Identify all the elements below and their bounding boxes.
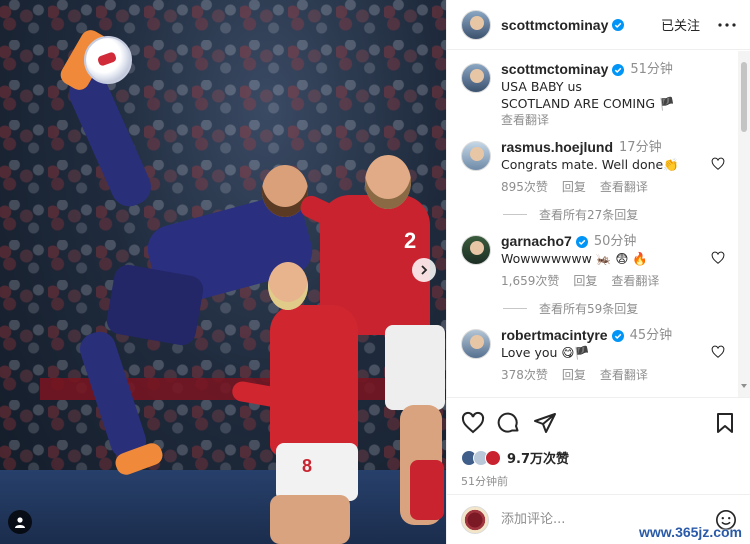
caption: scottmctominay 51分钟 USA BABY us SCOTLAND…: [461, 61, 725, 129]
comment: rasmus.hoejlund 17分钟 Congrats mate. Well…: [461, 139, 725, 196]
watermark: www.365jz.com: [639, 524, 742, 540]
comment-username[interactable]: garnacho7: [501, 233, 572, 250]
jersey-number: 8: [302, 456, 313, 476]
liker-avatar: [485, 449, 501, 466]
more-horizontal-icon: [718, 22, 736, 27]
user-tag-button[interactable]: [8, 510, 32, 534]
user-tag-icon: [15, 517, 25, 528]
comment: garnacho7 50分钟 Wowwwwwww 🦗 😨 🔥 1,659次赞 回…: [461, 233, 725, 290]
verified-badge-icon: [611, 329, 624, 342]
view-replies-label: 查看所有27条回复: [539, 208, 639, 222]
divider: [503, 214, 527, 215]
see-translation-link[interactable]: 查看翻译: [600, 367, 648, 384]
see-translation-link[interactable]: 查看翻译: [600, 179, 648, 196]
defender-shorts: [385, 325, 445, 410]
heart-icon[interactable]: [711, 345, 725, 359]
comment-username[interactable]: rasmus.hoejlund: [501, 139, 613, 156]
paper-plane-icon[interactable]: [533, 411, 557, 435]
comments-list[interactable]: scottmctominay 51分钟 USA BABY us SCOTLAND…: [447, 51, 739, 397]
heart-icon[interactable]: [711, 251, 725, 265]
view-replies-button[interactable]: 查看所有27条回复: [503, 206, 725, 223]
comment-time: 17分钟: [619, 140, 662, 155]
comment-time: 50分钟: [593, 234, 637, 249]
post-photo[interactable]: 2 8: [0, 0, 446, 544]
verified-badge-icon: [612, 18, 625, 31]
comment-time: 45分钟: [629, 328, 673, 343]
caption-line: USA BABY us: [501, 79, 582, 94]
verified-badge-icon: [612, 63, 625, 76]
post-sidebar: scottmctominay 已关注 scottmctominay 51分钟 U…: [446, 0, 750, 544]
football: [84, 36, 132, 84]
caption-time: 51分钟: [630, 62, 673, 77]
reply-button[interactable]: 回复: [562, 179, 586, 196]
reply-button[interactable]: 回复: [573, 273, 597, 290]
post-header: scottmctominay 已关注: [447, 0, 750, 50]
avatar[interactable]: [461, 141, 491, 171]
view-replies-button[interactable]: 查看所有59条回复: [503, 300, 725, 317]
scroll-down-arrow-icon[interactable]: [741, 383, 747, 389]
caption-line: SCOTLAND ARE COMING 🏴: [501, 96, 675, 111]
defender-shorts: [276, 443, 358, 501]
scrollbar-thumb[interactable]: [741, 62, 747, 132]
verified-badge-icon: [575, 235, 588, 248]
author-username[interactable]: scottmctominay: [501, 17, 608, 33]
following-button[interactable]: 已关注: [661, 15, 700, 34]
comment-likes[interactable]: 895次赞: [501, 179, 548, 196]
likes-count[interactable]: 9.7万次赞: [507, 448, 569, 467]
defender-head: [268, 262, 308, 310]
avatar[interactable]: [461, 235, 491, 265]
next-image-button[interactable]: [412, 258, 436, 282]
current-user-avatar: [461, 505, 489, 534]
avatar[interactable]: [461, 9, 491, 40]
view-replies-label: 查看所有59条回复: [539, 302, 639, 316]
more-options-button[interactable]: [718, 16, 736, 34]
post-actions: 9.7万次赞 51分钟前: [447, 397, 750, 489]
comment-icon[interactable]: [497, 411, 521, 435]
post-timestamp[interactable]: 51分钟前: [461, 473, 737, 489]
heart-icon[interactable]: [711, 157, 725, 171]
caption-username[interactable]: scottmctominay: [501, 61, 608, 78]
jersey-number: 2: [404, 228, 417, 253]
likes-row[interactable]: 9.7万次赞: [461, 448, 737, 467]
comment-likes[interactable]: 1,659次赞: [501, 273, 559, 290]
defender-sock: [410, 460, 444, 520]
reply-button[interactable]: 回复: [562, 367, 586, 384]
avatar[interactable]: [461, 329, 491, 359]
avatar[interactable]: [461, 63, 491, 93]
heart-icon[interactable]: [461, 411, 485, 435]
comment-text: Love you 😋🏴: [501, 345, 590, 360]
comment: robertmacintyre 45分钟 Love you 😋🏴 378次赞 回…: [461, 327, 725, 384]
bookmark-icon[interactable]: [713, 411, 737, 435]
defender-head: [365, 155, 411, 209]
pitch: [0, 470, 446, 544]
divider: [503, 308, 527, 309]
comment-text: Congrats mate. Well done👏: [501, 157, 679, 172]
defender-shirt: [270, 305, 358, 455]
comment-likes[interactable]: 378次赞: [501, 367, 548, 384]
defender-legs: [270, 495, 350, 544]
chevron-right-icon: [421, 265, 428, 275]
comment-username[interactable]: robertmacintyre: [501, 327, 608, 344]
see-translation-link[interactable]: 查看翻译: [501, 112, 549, 129]
comment-text: Wowwwwwww 🦗 😨 🔥: [501, 251, 648, 266]
see-translation-link[interactable]: 查看翻译: [611, 273, 659, 290]
